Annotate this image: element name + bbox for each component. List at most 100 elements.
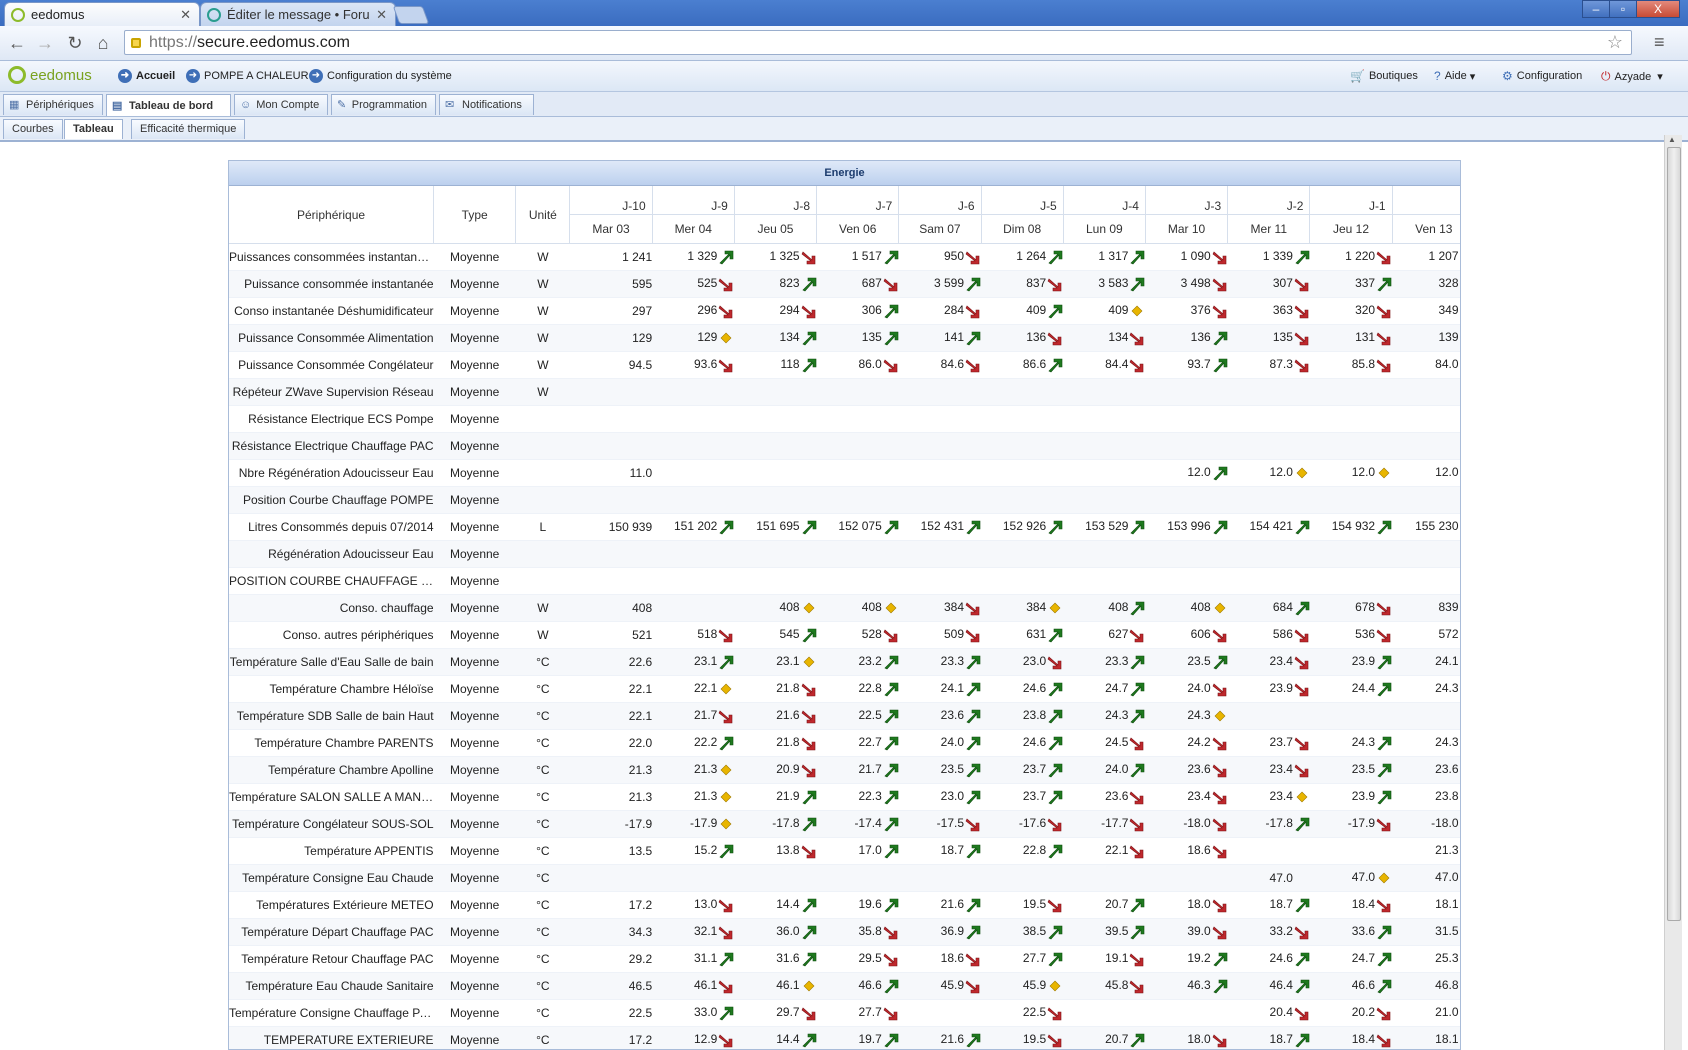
- new-tab-button[interactable]: [392, 6, 430, 24]
- table-row[interactable]: Répéteur ZWave Supervision Réseau Moyenne…: [229, 378, 1460, 406]
- user-menu[interactable]: ⏻ Azyade ▾: [1601, 69, 1663, 84]
- table-row[interactable]: Position Courbe Chauffage POMPE Moyenne: [229, 486, 1460, 514]
- table-row[interactable]: Puissance Consommée Congélateur Moyenne W 9…: [229, 351, 1460, 379]
- value-cell: 18.0: [1145, 891, 1228, 919]
- device-type: Moyenne: [433, 378, 516, 406]
- table-row[interactable]: POSITION COURBE CHAUFFAGE PAC Moyenne: [229, 567, 1460, 595]
- trend-down-arrow-icon: [800, 249, 817, 265]
- cell-value: 21.6: [776, 708, 800, 723]
- value-cell: 22.0: [569, 729, 653, 757]
- table-row[interactable]: Conso. chauffage Moyenne W 408 408 408 384 384 4…: [229, 594, 1460, 622]
- device-name: POSITION COURBE CHAUFFAGE PAC: [229, 567, 434, 595]
- table-row[interactable]: Température APPENTIS Moyenne °C 13.5 15.2 13.…: [229, 837, 1460, 865]
- table-row[interactable]: Température Retour Chauffage PAC Moyenne °…: [229, 945, 1460, 973]
- tab-peripheriques[interactable]: ▦ Périphériques: [3, 94, 103, 115]
- tab-tableau-de-bord[interactable]: ▤ Tableau de bord: [106, 94, 231, 116]
- tab-programmation[interactable]: ✎ Programmation: [331, 94, 436, 115]
- close-tab-icon[interactable]: ✕: [180, 7, 191, 23]
- header-type[interactable]: Type: [433, 186, 517, 244]
- tab-mon-compte[interactable]: ☺ Mon Compte: [234, 94, 328, 115]
- header-unit[interactable]: Unité: [515, 186, 571, 244]
- value-cell: [569, 864, 653, 892]
- browser-menu-icon[interactable]: ≡: [1654, 32, 1665, 53]
- subtab-courbes[interactable]: Courbes: [3, 119, 63, 139]
- table-row[interactable]: Résistance Electrique ECS Pompe Moyenne: [229, 405, 1460, 433]
- value-cell: [652, 594, 735, 622]
- device-name: Conso. autres périphériques: [229, 621, 434, 649]
- table-row[interactable]: Température Consigne Chauffage PAC Moyenn…: [229, 999, 1460, 1027]
- address-bar[interactable]: https://secure.eedomus.com ☆: [124, 30, 1632, 55]
- page-scrollbar[interactable]: ▲: [1664, 135, 1682, 1050]
- value-cell: 631: [981, 621, 1064, 649]
- table-row[interactable]: Litres Consommés depuis 07/2014 Moyenne L 1…: [229, 513, 1460, 541]
- trend-up-arrow-icon: [800, 789, 817, 805]
- table-row[interactable]: Puissance Consommée Alimentation Moyenne W…: [229, 324, 1460, 352]
- maximize-button[interactable]: ▫: [1609, 0, 1637, 18]
- trend-down-arrow-icon: [1211, 276, 1228, 292]
- configuration-link[interactable]: ⚙ Configuration: [1502, 69, 1582, 83]
- table-row[interactable]: Puissances consommées instantanées Moyenn…: [229, 243, 1460, 271]
- nav-accueil[interactable]: ➜ Accueil: [118, 69, 175, 83]
- value-cell: [1309, 702, 1393, 730]
- value-cell: 18.1: [1392, 891, 1460, 919]
- nav-configuration-systeme[interactable]: ➜ Configuration du système: [309, 69, 452, 83]
- table-row[interactable]: Température Eau Chaude Sanitaire Moyenne °…: [229, 972, 1460, 1000]
- subtab-efficacite-thermique[interactable]: Efficacité thermique: [131, 119, 246, 139]
- aide-menu[interactable]: ? Aide ▾: [1434, 69, 1475, 83]
- value-cell: 837: [981, 270, 1064, 298]
- table-row[interactable]: Température Salle d'Eau Salle de bain Moy…: [229, 648, 1460, 676]
- header-device[interactable]: Périphérique: [229, 186, 435, 244]
- trend-flat-diamond-icon: [1128, 303, 1145, 317]
- table-row[interactable]: Température Chambre Apolline Moyenne °C 21.…: [229, 756, 1460, 784]
- table-row[interactable]: Température SDB Salle de bain Haut Moyenn…: [229, 702, 1460, 730]
- table-row[interactable]: Température Consigne Eau Chaude Moyenne °C…: [229, 864, 1460, 892]
- subtab-tableau[interactable]: Tableau: [64, 119, 123, 139]
- close-tab-icon[interactable]: ✕: [376, 7, 387, 23]
- bookmark-star-icon[interactable]: ☆: [1607, 32, 1623, 53]
- logo-ring-icon: [8, 66, 26, 84]
- trend-flat-diamond-icon: [800, 654, 817, 668]
- forward-arrow-icon[interactable]: →: [34, 32, 56, 54]
- trend-up-arrow-icon: [1046, 249, 1063, 265]
- nav-pompe-a-chaleur[interactable]: ➜ POMPE A CHALEUR: [186, 69, 309, 83]
- table-row[interactable]: Température Chambre PARENTS Moyenne °C 22.0…: [229, 729, 1460, 757]
- cell-value: 19.7: [858, 1032, 882, 1047]
- home-icon[interactable]: ⌂: [92, 32, 114, 54]
- table-row[interactable]: Régénération Adoucisseur Eau Moyenne: [229, 540, 1460, 568]
- cell-value: 19.2: [1187, 951, 1211, 966]
- table-row[interactable]: Températures Extérieure METEO Moyenne °C 17…: [229, 891, 1460, 919]
- cell-value: 18.7: [1269, 1032, 1293, 1047]
- header-day-rel: J-10: [569, 186, 653, 215]
- table-row[interactable]: Conso. autres périphériques Moyenne W 521 51…: [229, 621, 1460, 649]
- table-row[interactable]: TEMPERATURE EXTERIEURE Moyenne °C 17.2 12.9 1…: [229, 1026, 1460, 1049]
- close-window-button[interactable]: X: [1636, 0, 1680, 18]
- reload-icon[interactable]: ↻: [64, 32, 86, 54]
- trend-down-arrow-icon: [964, 627, 981, 643]
- table-row[interactable]: Puissance consommée instantanée Moyenne W 5…: [229, 270, 1460, 298]
- cell-value: 23.3: [940, 654, 965, 669]
- table-row[interactable]: Conso instantanée Déshumidificateur Moyen…: [229, 297, 1460, 325]
- trend-up-arrow-icon: [964, 708, 981, 724]
- cell-value: 29.5: [858, 951, 882, 966]
- browser-tab-eedomus[interactable]: eedomus ✕: [4, 2, 200, 26]
- table-row[interactable]: Température SALON SALLE A MANGER Moyenne °…: [229, 783, 1460, 811]
- scroll-up-icon[interactable]: ▲: [1668, 135, 1676, 144]
- table-row[interactable]: Nbre Régénération Adoucisseur Eau Moyenne…: [229, 459, 1460, 487]
- cell-value: 839: [1438, 600, 1459, 615]
- back-arrow-icon[interactable]: ←: [6, 32, 28, 54]
- value-cell: 14.4: [734, 891, 817, 919]
- table-row[interactable]: Résistance Electrique Chauffage PAC Moyen…: [229, 432, 1460, 460]
- table-row[interactable]: Température Chambre Héloïse Moyenne °C 22.1…: [229, 675, 1460, 703]
- tab-notifications[interactable]: ✉ Notifications: [439, 94, 534, 115]
- cell-value: 23.4: [1269, 789, 1293, 804]
- browser-tab-forum[interactable]: Éditer le message • Forum ✕: [200, 2, 396, 26]
- value-cell: -17.9: [569, 810, 653, 838]
- eedomus-logo[interactable]: eedomus: [8, 66, 92, 84]
- table-row[interactable]: Température Départ Chauffage PAC Moyenne °…: [229, 918, 1460, 946]
- value-cell: [1227, 405, 1310, 433]
- scrollbar-thumb[interactable]: [1667, 147, 1681, 921]
- browser-tab-title: eedomus: [31, 7, 85, 22]
- table-row[interactable]: Température Congélateur SOUS-SOL Moyenne °…: [229, 810, 1460, 838]
- boutiques-link[interactable]: 🛒 Boutiques: [1350, 69, 1418, 83]
- minimize-button[interactable]: –: [1582, 0, 1610, 18]
